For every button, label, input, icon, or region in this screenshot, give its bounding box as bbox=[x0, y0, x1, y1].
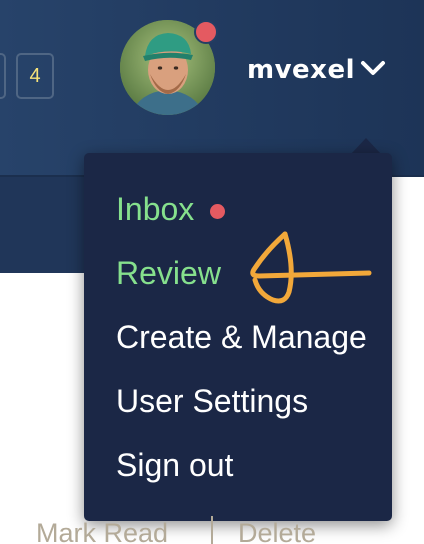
menu-item-inbox[interactable]: Inbox bbox=[116, 191, 194, 228]
inbox-notification-dot bbox=[210, 204, 225, 219]
chevron-down-icon[interactable] bbox=[358, 54, 388, 84]
counter-badge-partial[interactable] bbox=[0, 53, 6, 99]
dropdown-caret bbox=[351, 138, 381, 154]
menu-item-sign-out[interactable]: Sign out bbox=[116, 447, 233, 484]
mark-read-button[interactable]: Mark Read bbox=[36, 518, 168, 544]
page-content-edge bbox=[392, 177, 424, 544]
counter-value: 4 bbox=[29, 64, 41, 87]
annotation-arrow-icon bbox=[250, 231, 372, 304]
menu-item-create-manage[interactable]: Create & Manage bbox=[116, 319, 367, 356]
notification-dot bbox=[194, 20, 218, 44]
username-label[interactable]: mvexel bbox=[247, 55, 355, 85]
action-separator bbox=[211, 516, 213, 544]
menu-item-user-settings[interactable]: User Settings bbox=[116, 383, 308, 420]
menu-item-review[interactable]: Review bbox=[116, 255, 221, 292]
delete-button[interactable]: Delete bbox=[238, 518, 316, 544]
counter-badge[interactable]: 4 bbox=[16, 53, 54, 99]
